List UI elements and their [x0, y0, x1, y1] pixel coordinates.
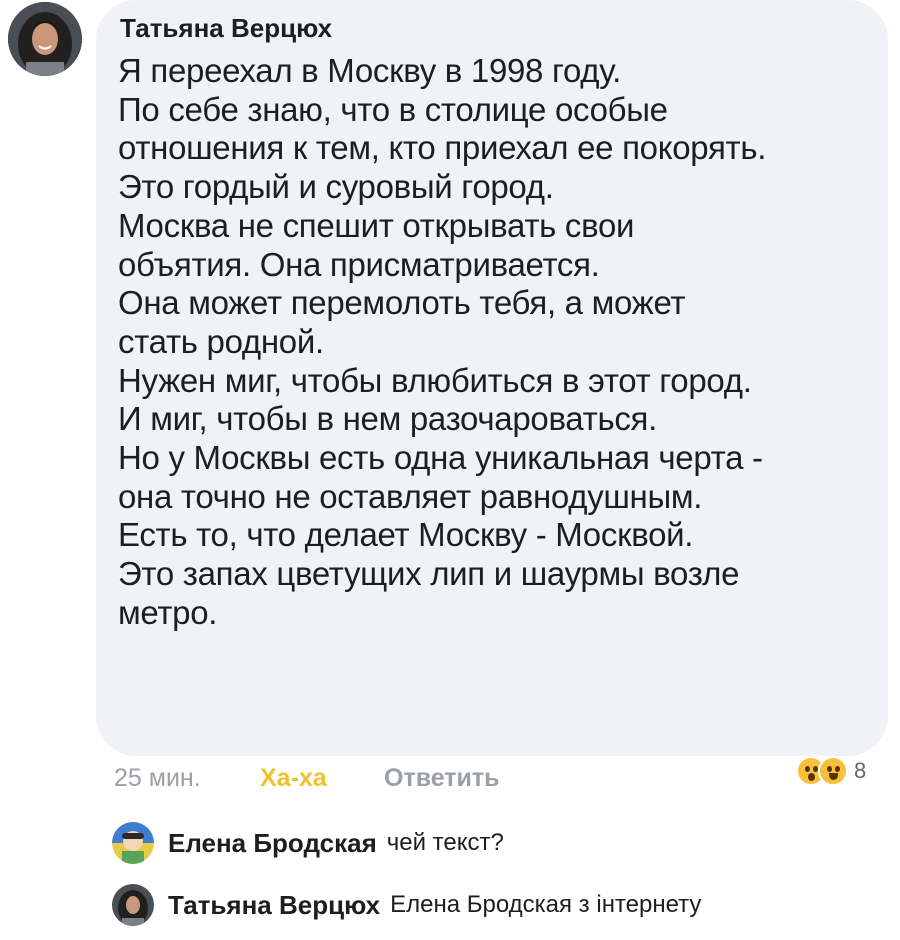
reply-text: чей текст?: [386, 829, 504, 856]
reply-button[interactable]: Ответить: [384, 760, 500, 796]
profile-photo-icon: [8, 2, 82, 76]
reply-author-name[interactable]: Татьяна Верцюх: [168, 890, 380, 921]
comment-line: стать родной.: [118, 322, 324, 360]
comment-author-name[interactable]: Татьяна Верцюх: [120, 10, 332, 46]
comment-line: метро.: [118, 593, 218, 631]
reply-avatar[interactable]: [112, 884, 154, 926]
profile-photo-icon: [112, 884, 154, 926]
comment-line: Она может перемолоть тебя, а может: [118, 284, 686, 322]
comment-line: Есть то, что делает Москву - Москвой.: [118, 516, 694, 554]
comment-line: Нужен миг, чтобы влюбиться в этот город.: [118, 361, 752, 399]
reply-avatar[interactable]: [112, 822, 154, 864]
comment-line: Я переехал в Москву в 1998 году.: [118, 52, 622, 89]
profile-photo-icon: [112, 822, 154, 864]
comment-timestamp[interactable]: 25 мин.: [114, 760, 201, 796]
comment-line: Москва не спешит открывать свои: [118, 206, 635, 244]
comment-line: Это гордый и суровый город.: [118, 168, 554, 206]
comment-line: отношения к тем, кто приехал ее покорять…: [118, 129, 767, 167]
author-avatar[interactable]: [8, 2, 82, 76]
haha-reaction-button[interactable]: Ха-ха: [260, 760, 327, 796]
comment-line: Но у Москвы есть одна уникальная черта -: [118, 439, 763, 477]
comment-line: И миг, чтобы в нем разочароваться.: [118, 400, 657, 438]
reaction-count: 8: [854, 758, 867, 783]
comment-line: объятия. Она присматривается.: [118, 245, 600, 283]
comment-line: По себе знаю, что в столице особые: [118, 90, 668, 128]
reply-text: Елена Бродская з інтернету: [390, 891, 702, 918]
reaction-summary[interactable]: 8: [796, 754, 866, 788]
comment-line: Это запах цветущих лип и шаурмы возле: [118, 555, 740, 593]
comment-line: она точно не оставляет равнодушным.: [118, 477, 703, 515]
comment-text: Я переехал в Москву в 1998 году. По себе…: [118, 52, 878, 633]
haha-emoji-icon: [818, 756, 848, 786]
reply-item: Татьяна Верцюх Елена Бродская з інтернет…: [112, 882, 701, 928]
reply-author-name[interactable]: Елена Бродская: [168, 828, 377, 859]
reply-item: Елена Бродская чей текст?: [112, 820, 504, 866]
